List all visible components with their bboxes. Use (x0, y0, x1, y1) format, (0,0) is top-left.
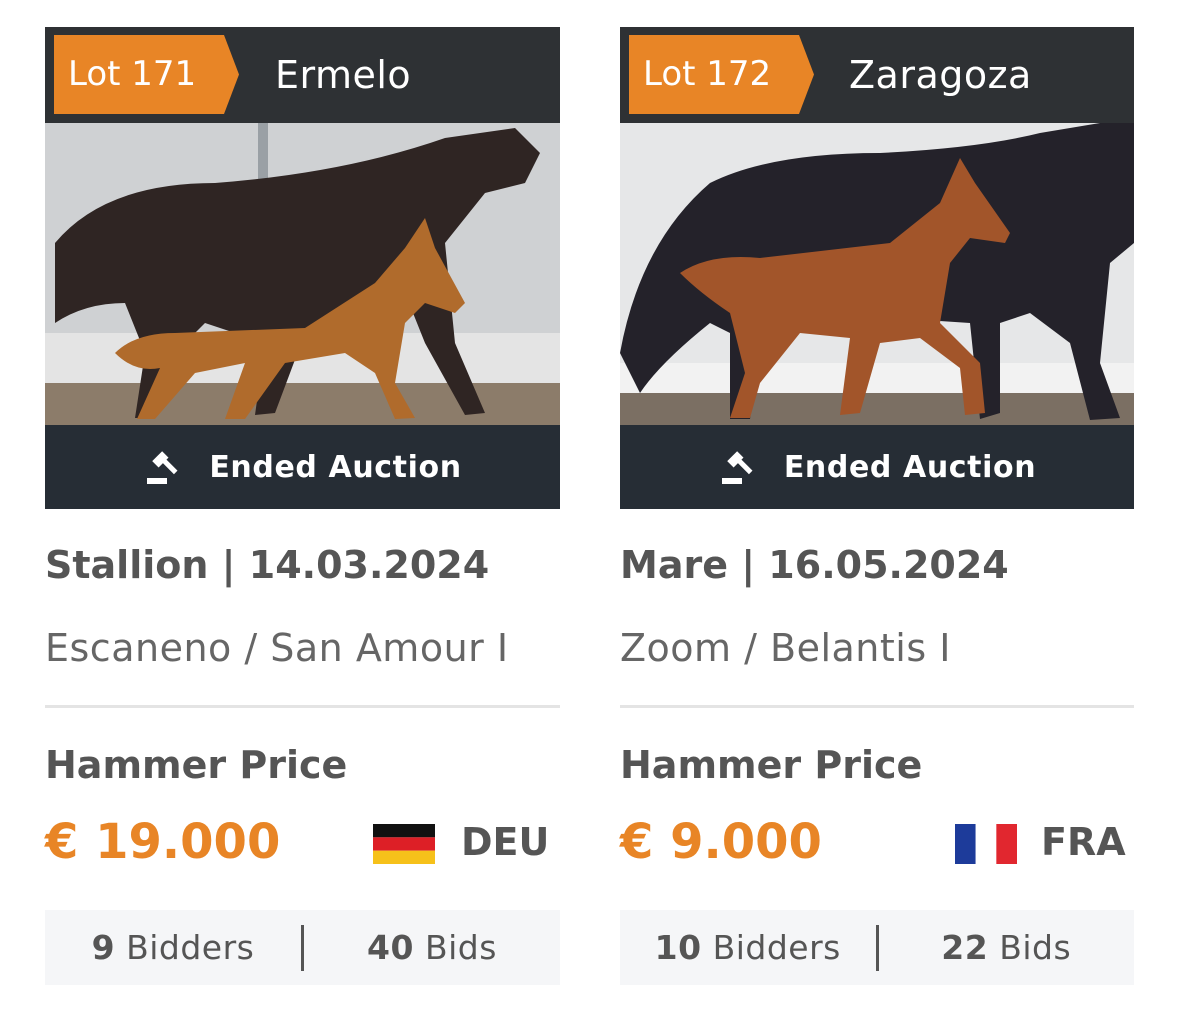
pedigree: Zoom / Belantis I (620, 626, 951, 670)
hammer-price-value: € 19.000 (45, 814, 281, 870)
bidders-number: 9 (91, 928, 116, 967)
germany-flag-icon (373, 824, 435, 864)
bid-stats: 9 Bidders 40 Bids (45, 910, 560, 985)
lot-header[interactable]: Lot 171 Ermelo (45, 27, 560, 123)
lot-card[interactable]: Lot 172 Zaragoza Ended Auction Mare | 16… (620, 27, 1134, 985)
gender-birthdate: Stallion | 14.03.2024 (45, 543, 490, 587)
horse-photo[interactable] (620, 123, 1134, 425)
france-flag-icon (955, 824, 1017, 864)
lot-card[interactable]: Lot 171 Ermelo Ended Auction Stallion | … (45, 27, 560, 985)
hammer-price-label: Hammer Price (45, 743, 348, 787)
auction-status-bar: Ended Auction (620, 425, 1134, 509)
lot-number-badge: Lot 172 (629, 35, 814, 114)
horse-name[interactable]: Ermelo (275, 27, 411, 123)
divider (45, 705, 560, 708)
bids-label: Bids (424, 928, 497, 967)
bidders-label: Bidders (712, 928, 841, 967)
bidders-count: 9 Bidders (45, 928, 301, 967)
lot-header[interactable]: Lot 172 Zaragoza (620, 27, 1134, 123)
divider (620, 705, 1134, 708)
price-row: € 19.000 DEU (45, 814, 560, 870)
bidders-count: 10 Bidders (620, 928, 876, 967)
bid-stats: 10 Bidders 22 Bids (620, 910, 1134, 985)
bids-number: 40 (367, 928, 414, 967)
horse-photo[interactable] (45, 123, 560, 425)
buyer-country: DEU (461, 820, 550, 864)
buyer-country: FRA (1041, 820, 1126, 864)
price-row: € 9.000 FRA (620, 814, 1134, 870)
bids-number: 22 (941, 928, 989, 967)
bidders-label: Bidders (126, 928, 255, 967)
bidders-number: 10 (654, 928, 702, 967)
bids-count: 40 Bids (304, 928, 560, 967)
status-label: Ended Auction (209, 449, 462, 485)
pedigree: Escaneno / San Amour I (45, 626, 509, 670)
gender-birthdate: Mare | 16.05.2024 (620, 543, 1009, 587)
gavel-icon (721, 451, 753, 484)
gavel-icon (147, 451, 178, 484)
hammer-price-value: € 9.000 (620, 814, 822, 870)
status-label: Ended Auction (783, 449, 1037, 485)
horse-name[interactable]: Zaragoza (849, 27, 1032, 123)
lot-number-badge: Lot 171 (54, 35, 239, 114)
bids-count: 22 Bids (879, 928, 1135, 967)
auction-status-bar: Ended Auction (45, 425, 560, 509)
hammer-price-label: Hammer Price (620, 743, 923, 787)
bids-label: Bids (999, 928, 1072, 967)
